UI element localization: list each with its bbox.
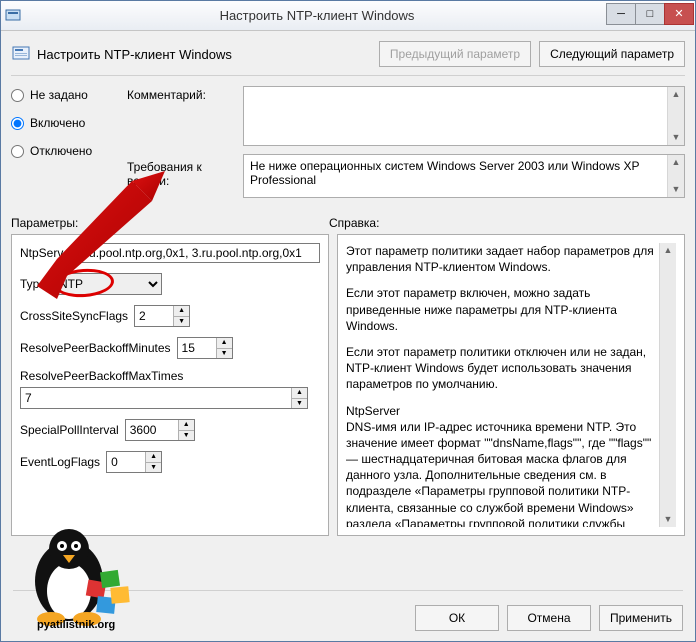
radio-disabled[interactable]: Отключено [11, 144, 121, 158]
help-text: Этот параметр политики задает набор пара… [346, 243, 659, 527]
ok-button[interactable]: ОК [415, 605, 499, 631]
radio-enabled[interactable]: Включено [11, 116, 121, 130]
spin-up-icon[interactable]: ▲ [179, 420, 194, 431]
spin-up-icon[interactable]: ▲ [146, 452, 161, 463]
spin-down-icon[interactable]: ▼ [292, 399, 307, 409]
comment-textarea[interactable]: ▲▼ [243, 86, 685, 146]
window-title: Настроить NTP-клиент Windows [27, 8, 607, 23]
resolvepeerbackoffmaxtimes-spinner[interactable]: ▲▼ [20, 387, 308, 409]
spin-down-icon[interactable]: ▼ [217, 349, 232, 359]
resolvepeerbackoffmaxtimes-label: ResolvePeerBackoffMaxTimes [20, 369, 183, 383]
app-icon [5, 8, 21, 24]
requirements-label: Требования к версии: [127, 160, 237, 188]
titlebar: Настроить NTP-клиент Windows ─ □ ✕ [1, 1, 695, 31]
ntpserver-input[interactable] [80, 243, 320, 263]
spin-down-icon[interactable]: ▼ [146, 463, 161, 473]
options-label: Параметры: [11, 216, 329, 230]
divider [11, 75, 685, 76]
type-label: Type [20, 277, 46, 291]
help-panel: Этот параметр политики задает набор пара… [337, 234, 685, 536]
close-button[interactable]: ✕ [664, 3, 694, 25]
crosssitesyncflags-label: CrossSiteSyncFlags [20, 309, 128, 323]
type-select[interactable]: NTP [52, 273, 162, 295]
radio-not-configured[interactable]: Не задано [11, 88, 121, 102]
scrollbar[interactable]: ▲▼ [659, 243, 676, 527]
spin-down-icon[interactable]: ▼ [179, 431, 194, 441]
crosssitesyncflags-spinner[interactable]: ▲▼ [134, 305, 190, 327]
spin-up-icon[interactable]: ▲ [292, 388, 307, 399]
apply-button[interactable]: Применить [599, 605, 683, 631]
spin-down-icon[interactable]: ▼ [174, 317, 189, 327]
dialog-window: Настроить NTP-клиент Windows ─ □ ✕ Настр… [0, 0, 696, 642]
next-setting-button[interactable]: Следующий параметр [539, 41, 685, 67]
comment-label: Комментарий: [127, 88, 237, 102]
page-title: Настроить NTP-клиент Windows [37, 47, 379, 62]
ntpserver-label: NtpServer [20, 246, 74, 260]
previous-setting-button[interactable]: Предыдущий параметр [379, 41, 531, 67]
scrollbar[interactable]: ▲▼ [667, 87, 684, 145]
help-label: Справка: [329, 216, 379, 230]
resolvepeerbackoffminutes-spinner[interactable]: ▲▼ [177, 337, 233, 359]
maximize-button[interactable]: □ [635, 3, 665, 25]
scrollbar[interactable]: ▲▼ [667, 155, 684, 197]
eventlogflags-spinner[interactable]: ▲▼ [106, 451, 162, 473]
policy-icon [11, 44, 31, 64]
cancel-button[interactable]: Отмена [507, 605, 591, 631]
divider [13, 590, 683, 591]
specialpollinterval-label: SpecialPollInterval [20, 423, 119, 437]
options-panel: NtpServer Type NTP CrossSiteSyncFlags ▲▼ [11, 234, 329, 536]
eventlogflags-label: EventLogFlags [20, 455, 100, 469]
spin-up-icon[interactable]: ▲ [217, 338, 232, 349]
specialpollinterval-spinner[interactable]: ▲▼ [125, 419, 195, 441]
resolvepeerbackoffminutes-label: ResolvePeerBackoffMinutes [20, 341, 171, 355]
spin-up-icon[interactable]: ▲ [174, 306, 189, 317]
state-radio-group: Не задано Включено Отключено [11, 86, 121, 198]
minimize-button[interactable]: ─ [606, 3, 636, 25]
requirements-textarea: Не ниже операционных систем Windows Serv… [243, 154, 685, 198]
